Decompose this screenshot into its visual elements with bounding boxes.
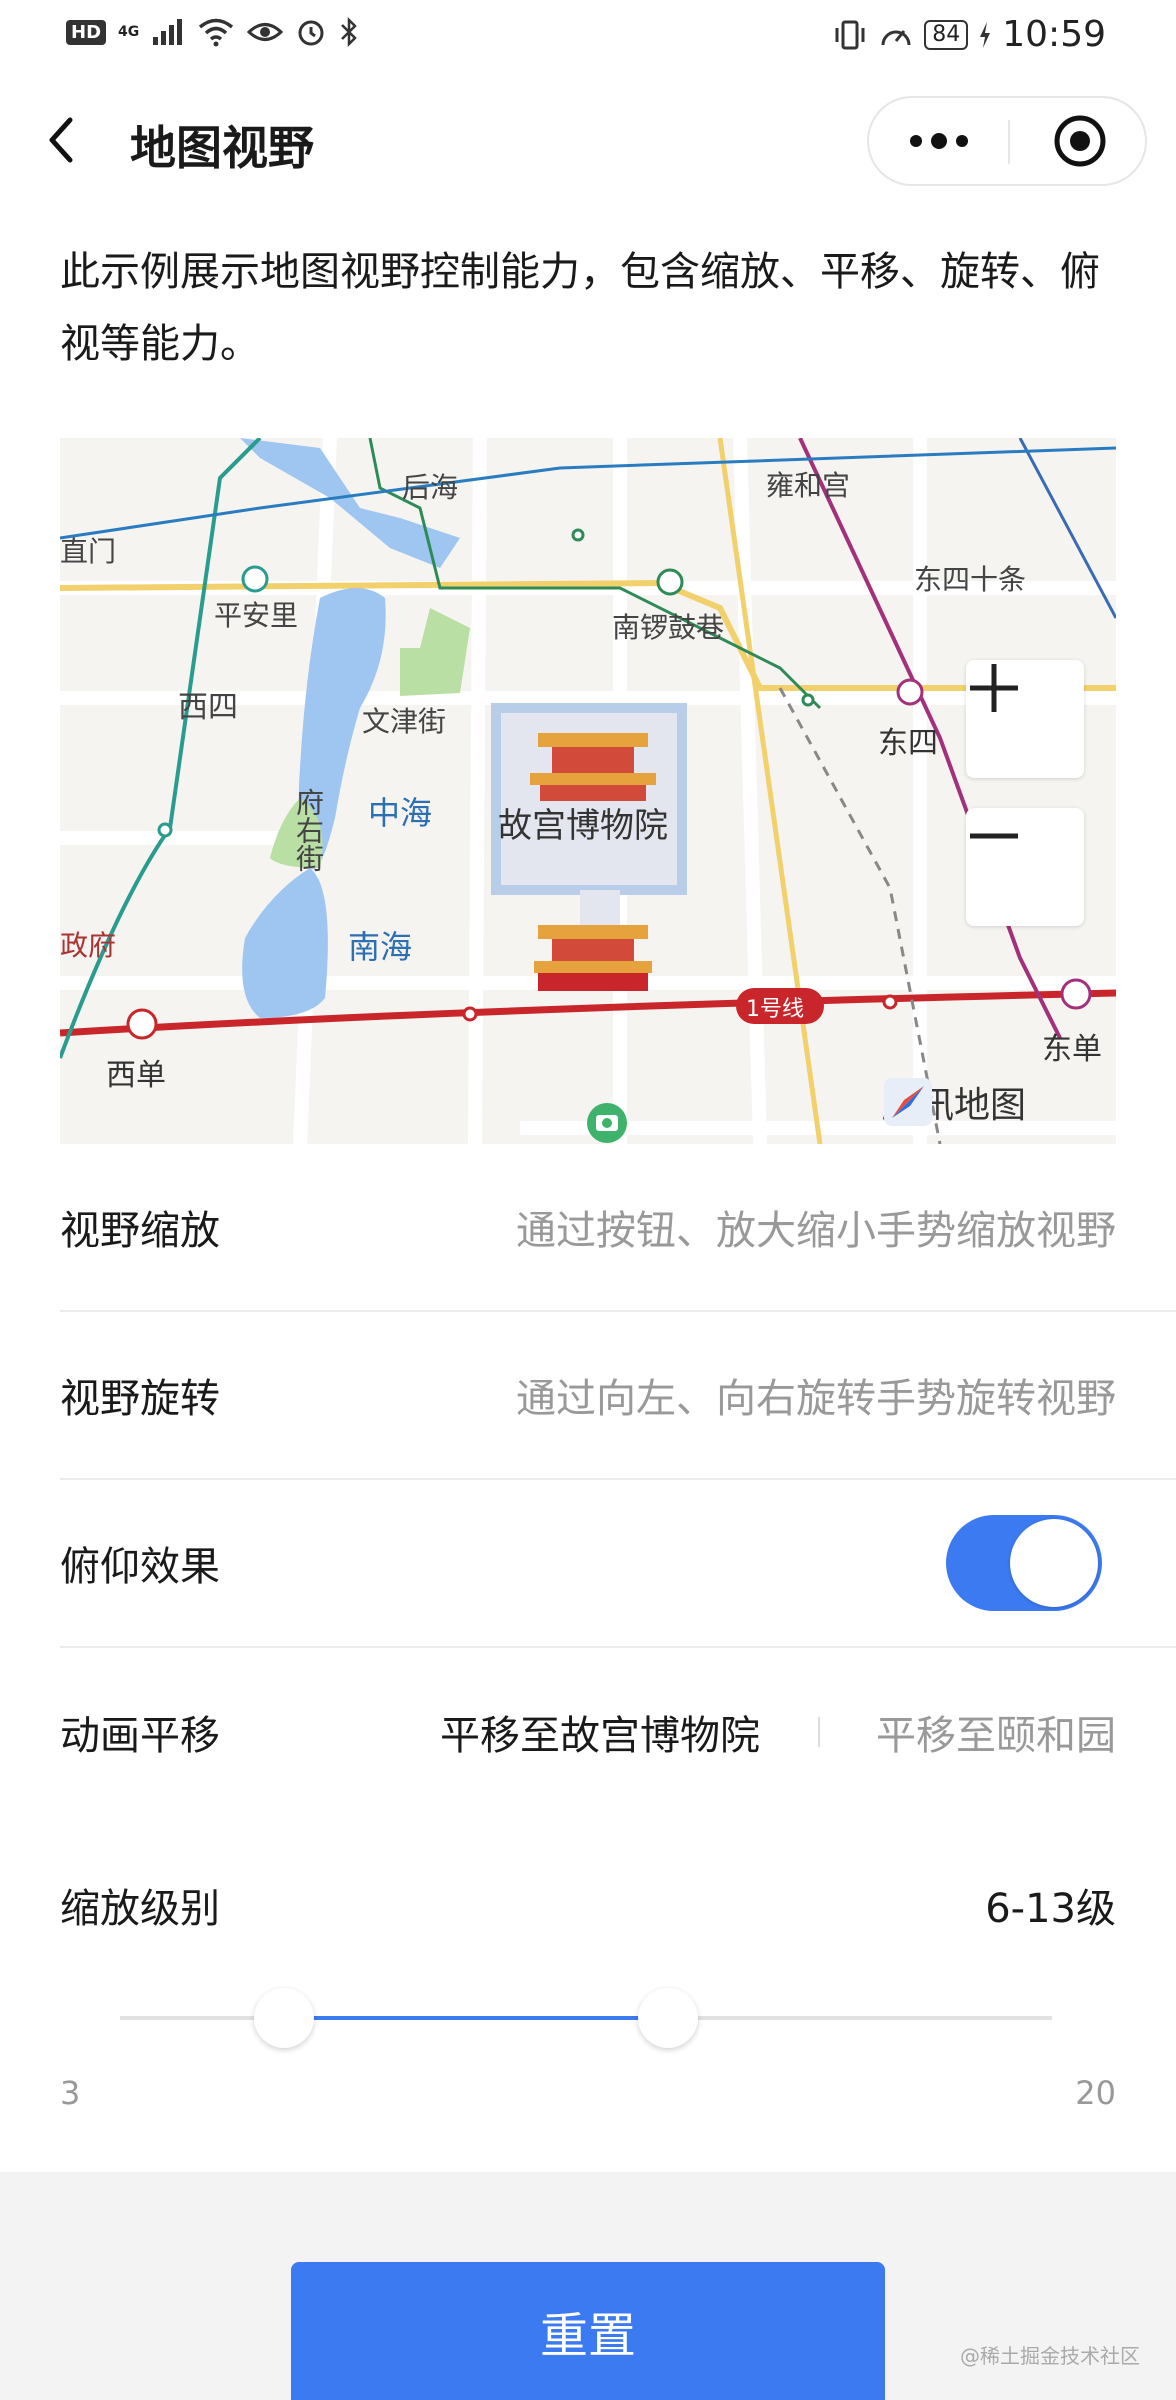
back-icon[interactable] [40, 110, 90, 170]
page-title: 地图视野 [130, 121, 314, 175]
row-pitch-label: 俯仰效果 [60, 1544, 220, 1590]
tencent-map-logo-icon [884, 1078, 932, 1126]
map-label-yonghegong: 雍和宫 [766, 469, 851, 502]
capsule-divider [1008, 120, 1010, 164]
pan-divider [818, 1717, 820, 1747]
map-label-houhai: 后海 [402, 471, 459, 504]
row-zoom: 视野缩放 通过按钮、放大缩小手势缩放视野 [60, 1144, 1176, 1312]
zoom-level-label: 缩放级别 [60, 1886, 220, 1932]
row-rotate: 视野旋转 通过向左、向右旋转手势旋转视野 [60, 1312, 1176, 1480]
map-view[interactable]: 后海 雍和宫 直门 平安里 南锣鼓巷 东四十条 西四 文津街 东四 府右街 中海… [60, 438, 1116, 1144]
wifi-icon [199, 18, 234, 47]
map-label-pinganli: 平安里 [214, 599, 299, 632]
clock: 10:59 [1002, 14, 1106, 55]
hd-badge: HD [66, 19, 107, 45]
row-rotate-desc: 通过向左、向右旋转手势旋转视野 [516, 1376, 1116, 1422]
map-label-zhonghai: 中海 [368, 794, 433, 832]
pitch-toggle-knob [1010, 1519, 1098, 1607]
zoom-in-button[interactable] [966, 660, 1084, 778]
map-label-dongsi: 东四 [878, 726, 938, 761]
map-canvas [60, 438, 1116, 1144]
row-pan-label: 动画平移 [60, 1713, 220, 1759]
eye-icon [247, 23, 284, 41]
battery-indicator: 84 [924, 19, 969, 50]
map-label-zhimen: 直门 [60, 535, 117, 568]
bluetooth-icon [341, 16, 358, 48]
status-bar: HD 4G 84 10:59 [0, 0, 1176, 72]
metro-line1-badge: 1号线 [746, 997, 804, 1022]
zoom-level-value: 6-13级 [985, 1886, 1116, 1932]
capsule-menu [867, 96, 1147, 186]
reset-button[interactable]: 重置 [291, 2262, 885, 2400]
row-pitch: 俯仰效果 [60, 1480, 1176, 1648]
network-label: 4G [118, 24, 140, 40]
slider-max-label: 20 [1075, 2074, 1116, 2112]
close-miniprogram-icon[interactable] [1053, 114, 1107, 168]
row-zoom-label: 视野缩放 [60, 1208, 220, 1254]
row-zoom-desc: 通过按钮、放大缩小手势缩放视野 [516, 1208, 1116, 1254]
row-rotate-label: 视野旋转 [60, 1376, 220, 1422]
map-label-xidan: 西单 [106, 1058, 166, 1093]
vibrate-icon [835, 20, 865, 49]
status-right: 84 10:59 [832, 14, 1106, 55]
status-left: HD 4G [66, 16, 359, 48]
pitch-toggle[interactable] [946, 1515, 1102, 1611]
plus-icon [970, 664, 1018, 712]
intro-text: 此示例展示地图视野控制能力，包含缩放、平移、旋转、俯视等能力。 [60, 249, 1100, 367]
charging-icon [980, 21, 991, 48]
signal-icon [153, 19, 183, 45]
map-label-nanhai: 南海 [348, 928, 413, 966]
alarm-icon [298, 20, 324, 46]
row-pan: 动画平移 平移至故宫博物院 平移至颐和园 [60, 1648, 1176, 1816]
map-label-xisi: 西四 [178, 690, 238, 725]
minus-icon [970, 833, 1018, 839]
map-label-fuyoujie: 府右街 [292, 788, 325, 872]
map-label-nanluoguxiang: 南锣鼓巷 [612, 611, 725, 644]
slider-thumb-min[interactable] [254, 1988, 315, 2048]
pan-to-yiheyuan-button[interactable]: 平移至颐和园 [876, 1703, 1116, 1761]
map-label-dongdan: 东单 [1042, 1032, 1102, 1067]
slider-thumb-max[interactable] [638, 1988, 699, 2048]
watermark: @稀土掘金技术社区 [960, 2344, 1140, 2368]
slider-range-fill [284, 2016, 669, 2020]
more-icon[interactable] [907, 126, 971, 156]
speed-icon [881, 29, 911, 45]
map-label-dongsishitiao: 东四十条 [914, 563, 1027, 596]
map-brand: 腾讯地图 [882, 1076, 1026, 1128]
map-label-zhengfu: 政府 [60, 929, 117, 962]
zoom-out-button[interactable] [966, 808, 1084, 926]
slider-min-label: 3 [60, 2074, 81, 2112]
zoom-range-slider[interactable] [120, 1988, 1052, 2048]
pan-to-gugong-button[interactable]: 平移至故宫博物院 [440, 1703, 760, 1761]
map-label-wenjinjie: 文津街 [362, 705, 447, 738]
map-label-gugong: 故宫博物院 [498, 806, 668, 846]
